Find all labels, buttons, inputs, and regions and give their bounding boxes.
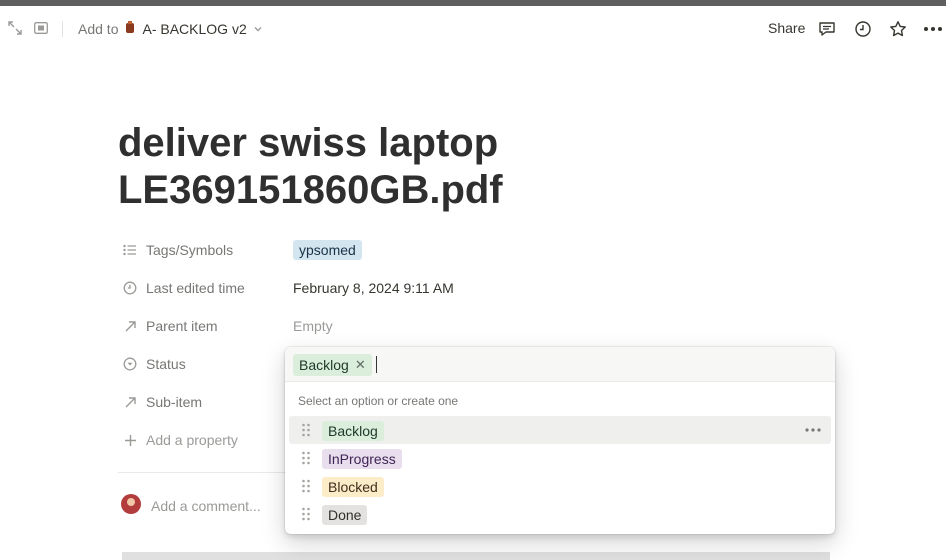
- drag-handle-icon[interactable]: [301, 507, 311, 521]
- header-divider: [62, 21, 63, 37]
- add-property-button[interactable]: Add a property: [122, 428, 238, 452]
- option-more-icon[interactable]: [805, 424, 821, 436]
- popup-hint: Select an option or create one: [298, 394, 459, 408]
- add-to-label: Add to: [78, 20, 119, 37]
- clock-icon: [122, 280, 138, 296]
- tag-badge: ypsomed: [293, 240, 362, 260]
- status-option-backlog[interactable]: Backlog: [289, 416, 831, 444]
- property-parent-item[interactable]: Parent item: [122, 314, 218, 338]
- remove-chip-icon[interactable]: ✕: [355, 357, 366, 373]
- status-tag: Blocked: [322, 477, 384, 497]
- property-label: Sub-item: [146, 394, 203, 410]
- property-tags-symbols[interactable]: Tags/Symbols: [122, 238, 233, 262]
- status-icon: [122, 356, 138, 372]
- page-header: Add to A- BACKLOG v2 Share: [0, 6, 946, 50]
- database-name: A- BACKLOG v2: [142, 20, 247, 37]
- properties-divider: [118, 472, 288, 473]
- chevron-down-icon: [253, 21, 263, 37]
- relation-arrow-icon: [122, 318, 138, 334]
- selected-status-chip: Backlog ✕: [293, 354, 372, 376]
- plus-icon: [122, 432, 138, 448]
- star-icon[interactable]: [887, 18, 909, 40]
- property-sub-item[interactable]: Sub-item: [122, 390, 202, 414]
- property-label: Status: [146, 356, 186, 372]
- clock-icon[interactable]: [852, 18, 874, 40]
- status-search-input[interactable]: Backlog ✕: [285, 347, 835, 382]
- property-label: Parent item: [146, 318, 218, 334]
- status-option-inprogress[interactable]: InProgress: [289, 444, 831, 472]
- status-select-popup: Backlog ✕ Select an option or create one…: [285, 347, 835, 534]
- avatar: [121, 494, 141, 514]
- property-label: Last edited time: [146, 280, 245, 296]
- parent-item-value[interactable]: Empty: [293, 318, 333, 334]
- database-icon: [124, 20, 136, 37]
- last-edited-value: February 8, 2024 9:11 AM: [293, 280, 454, 296]
- text-caret: [376, 356, 377, 373]
- property-last-edited-time[interactable]: Last edited time: [122, 276, 245, 300]
- property-label: Tags/Symbols: [146, 242, 234, 258]
- drag-handle-icon[interactable]: [301, 423, 311, 437]
- status-option-done[interactable]: Done: [289, 500, 831, 528]
- status-tag: Backlog: [322, 421, 384, 441]
- drag-handle-icon[interactable]: [301, 451, 311, 465]
- drag-handle-icon[interactable]: [301, 479, 311, 493]
- page-title[interactable]: deliver swiss laptop LE369151860GB.pdf: [118, 120, 718, 214]
- list-icon: [122, 242, 138, 258]
- add-property-label: Add a property: [146, 432, 238, 448]
- status-tag: InProgress: [322, 449, 402, 469]
- comment-input[interactable]: Add a comment...: [151, 498, 261, 514]
- comment-icon[interactable]: [816, 18, 838, 40]
- side-peek-icon[interactable]: [33, 20, 49, 36]
- page-content-block: [122, 552, 830, 560]
- status-tag: Done: [322, 505, 368, 525]
- more-icon[interactable]: [922, 18, 944, 40]
- status-option-blocked[interactable]: Blocked: [289, 472, 831, 500]
- property-status[interactable]: Status: [122, 352, 186, 376]
- selected-status-label: Backlog: [299, 357, 349, 373]
- add-to-database-button[interactable]: Add to A- BACKLOG v2: [78, 20, 263, 37]
- expand-icon[interactable]: [7, 20, 23, 36]
- tags-value[interactable]: ypsomed: [293, 240, 362, 260]
- relation-arrow-icon: [122, 394, 138, 410]
- share-button[interactable]: Share: [768, 20, 805, 36]
